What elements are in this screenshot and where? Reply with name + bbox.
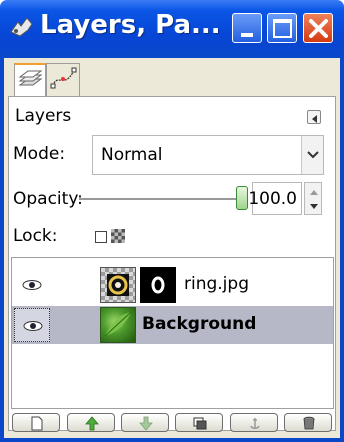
- layer-row-selected[interactable]: Background: [12, 306, 333, 344]
- layer-thumbnail: [100, 267, 136, 303]
- gimp-app-icon: [10, 17, 33, 37]
- delete-layer-button[interactable]: [284, 413, 332, 432]
- layers-list[interactable]: ring.jpg Background: [11, 257, 334, 409]
- layer-row[interactable]: ring.jpg: [12, 266, 333, 304]
- triangle-left-icon: [312, 115, 317, 123]
- layers-toolbar: [12, 413, 334, 433]
- chevron-down-icon: [307, 151, 319, 159]
- duplicate-layer-button[interactable]: [175, 413, 223, 432]
- layers-panel: Layers Mode: Normal Opacity: 100.0 Lock:…: [8, 96, 336, 433]
- leaf-image-icon: [104, 311, 132, 337]
- dock-tabs: [8, 61, 344, 97]
- window-title: Layers, Pa...: [40, 10, 221, 40]
- raise-layer-icon: [85, 416, 99, 431]
- lower-layer-icon: [139, 416, 153, 431]
- maximize-button[interactable]: [267, 13, 297, 43]
- eye-icon: [23, 321, 43, 331]
- lock-alpha-checkbox[interactable]: [95, 231, 107, 243]
- layers-icon: [18, 70, 43, 86]
- lock-label: Lock:: [13, 226, 58, 246]
- opacity-value: 100.0: [248, 189, 297, 209]
- new-layer-button[interactable]: [12, 413, 60, 432]
- mode-dropdown-button[interactable]: [301, 136, 323, 174]
- ring-mask-icon: [151, 276, 165, 294]
- visibility-toggle[interactable]: [14, 308, 50, 342]
- duplicate-layer-icon: [193, 417, 207, 430]
- opacity-slider-thumb[interactable]: [236, 186, 248, 210]
- opacity-slider-track[interactable]: [79, 198, 239, 200]
- lock-alpha-icon: [111, 229, 125, 243]
- tab-layers[interactable]: [14, 63, 46, 97]
- raise-layer-button[interactable]: [67, 413, 115, 432]
- layer-name: Background: [142, 314, 257, 334]
- maximize-icon: [273, 19, 292, 38]
- opacity-label: Opacity:: [13, 189, 83, 209]
- opacity-input[interactable]: 100.0: [248, 182, 302, 215]
- mode-value: Normal: [101, 145, 163, 165]
- panel-menu-button[interactable]: [307, 110, 321, 124]
- new-layer-icon: [31, 416, 43, 431]
- minimize-icon: [241, 33, 253, 37]
- panel-title: Layers: [15, 106, 72, 126]
- eye-icon: [22, 280, 42, 290]
- minimize-button[interactable]: [232, 13, 262, 43]
- lower-layer-button[interactable]: [121, 413, 169, 432]
- tab-paths[interactable]: [46, 63, 80, 97]
- close-icon: [309, 19, 328, 38]
- spin-arrows-icon: [310, 190, 318, 209]
- paths-icon: [50, 67, 77, 89]
- mode-label: Mode:: [13, 144, 66, 164]
- opacity-spinner[interactable]: [304, 182, 322, 215]
- layer-thumbnail: [100, 307, 136, 343]
- layer-name: ring.jpg: [184, 274, 249, 294]
- visibility-toggle[interactable]: [14, 268, 50, 302]
- layer-mask-thumbnail: [140, 267, 176, 303]
- close-button[interactable]: [303, 13, 333, 43]
- mode-select[interactable]: Normal: [92, 135, 324, 175]
- title-bar[interactable]: Layers, Pa...: [0, 0, 344, 58]
- dock-window: Layers Mode: Normal Opacity: 100.0 Lock:…: [0, 58, 344, 442]
- ring-image-icon: [107, 274, 129, 296]
- delete-layer-icon: [303, 416, 315, 430]
- anchor-layer-button[interactable]: [230, 413, 278, 432]
- anchor-layer-icon: [250, 418, 260, 429]
